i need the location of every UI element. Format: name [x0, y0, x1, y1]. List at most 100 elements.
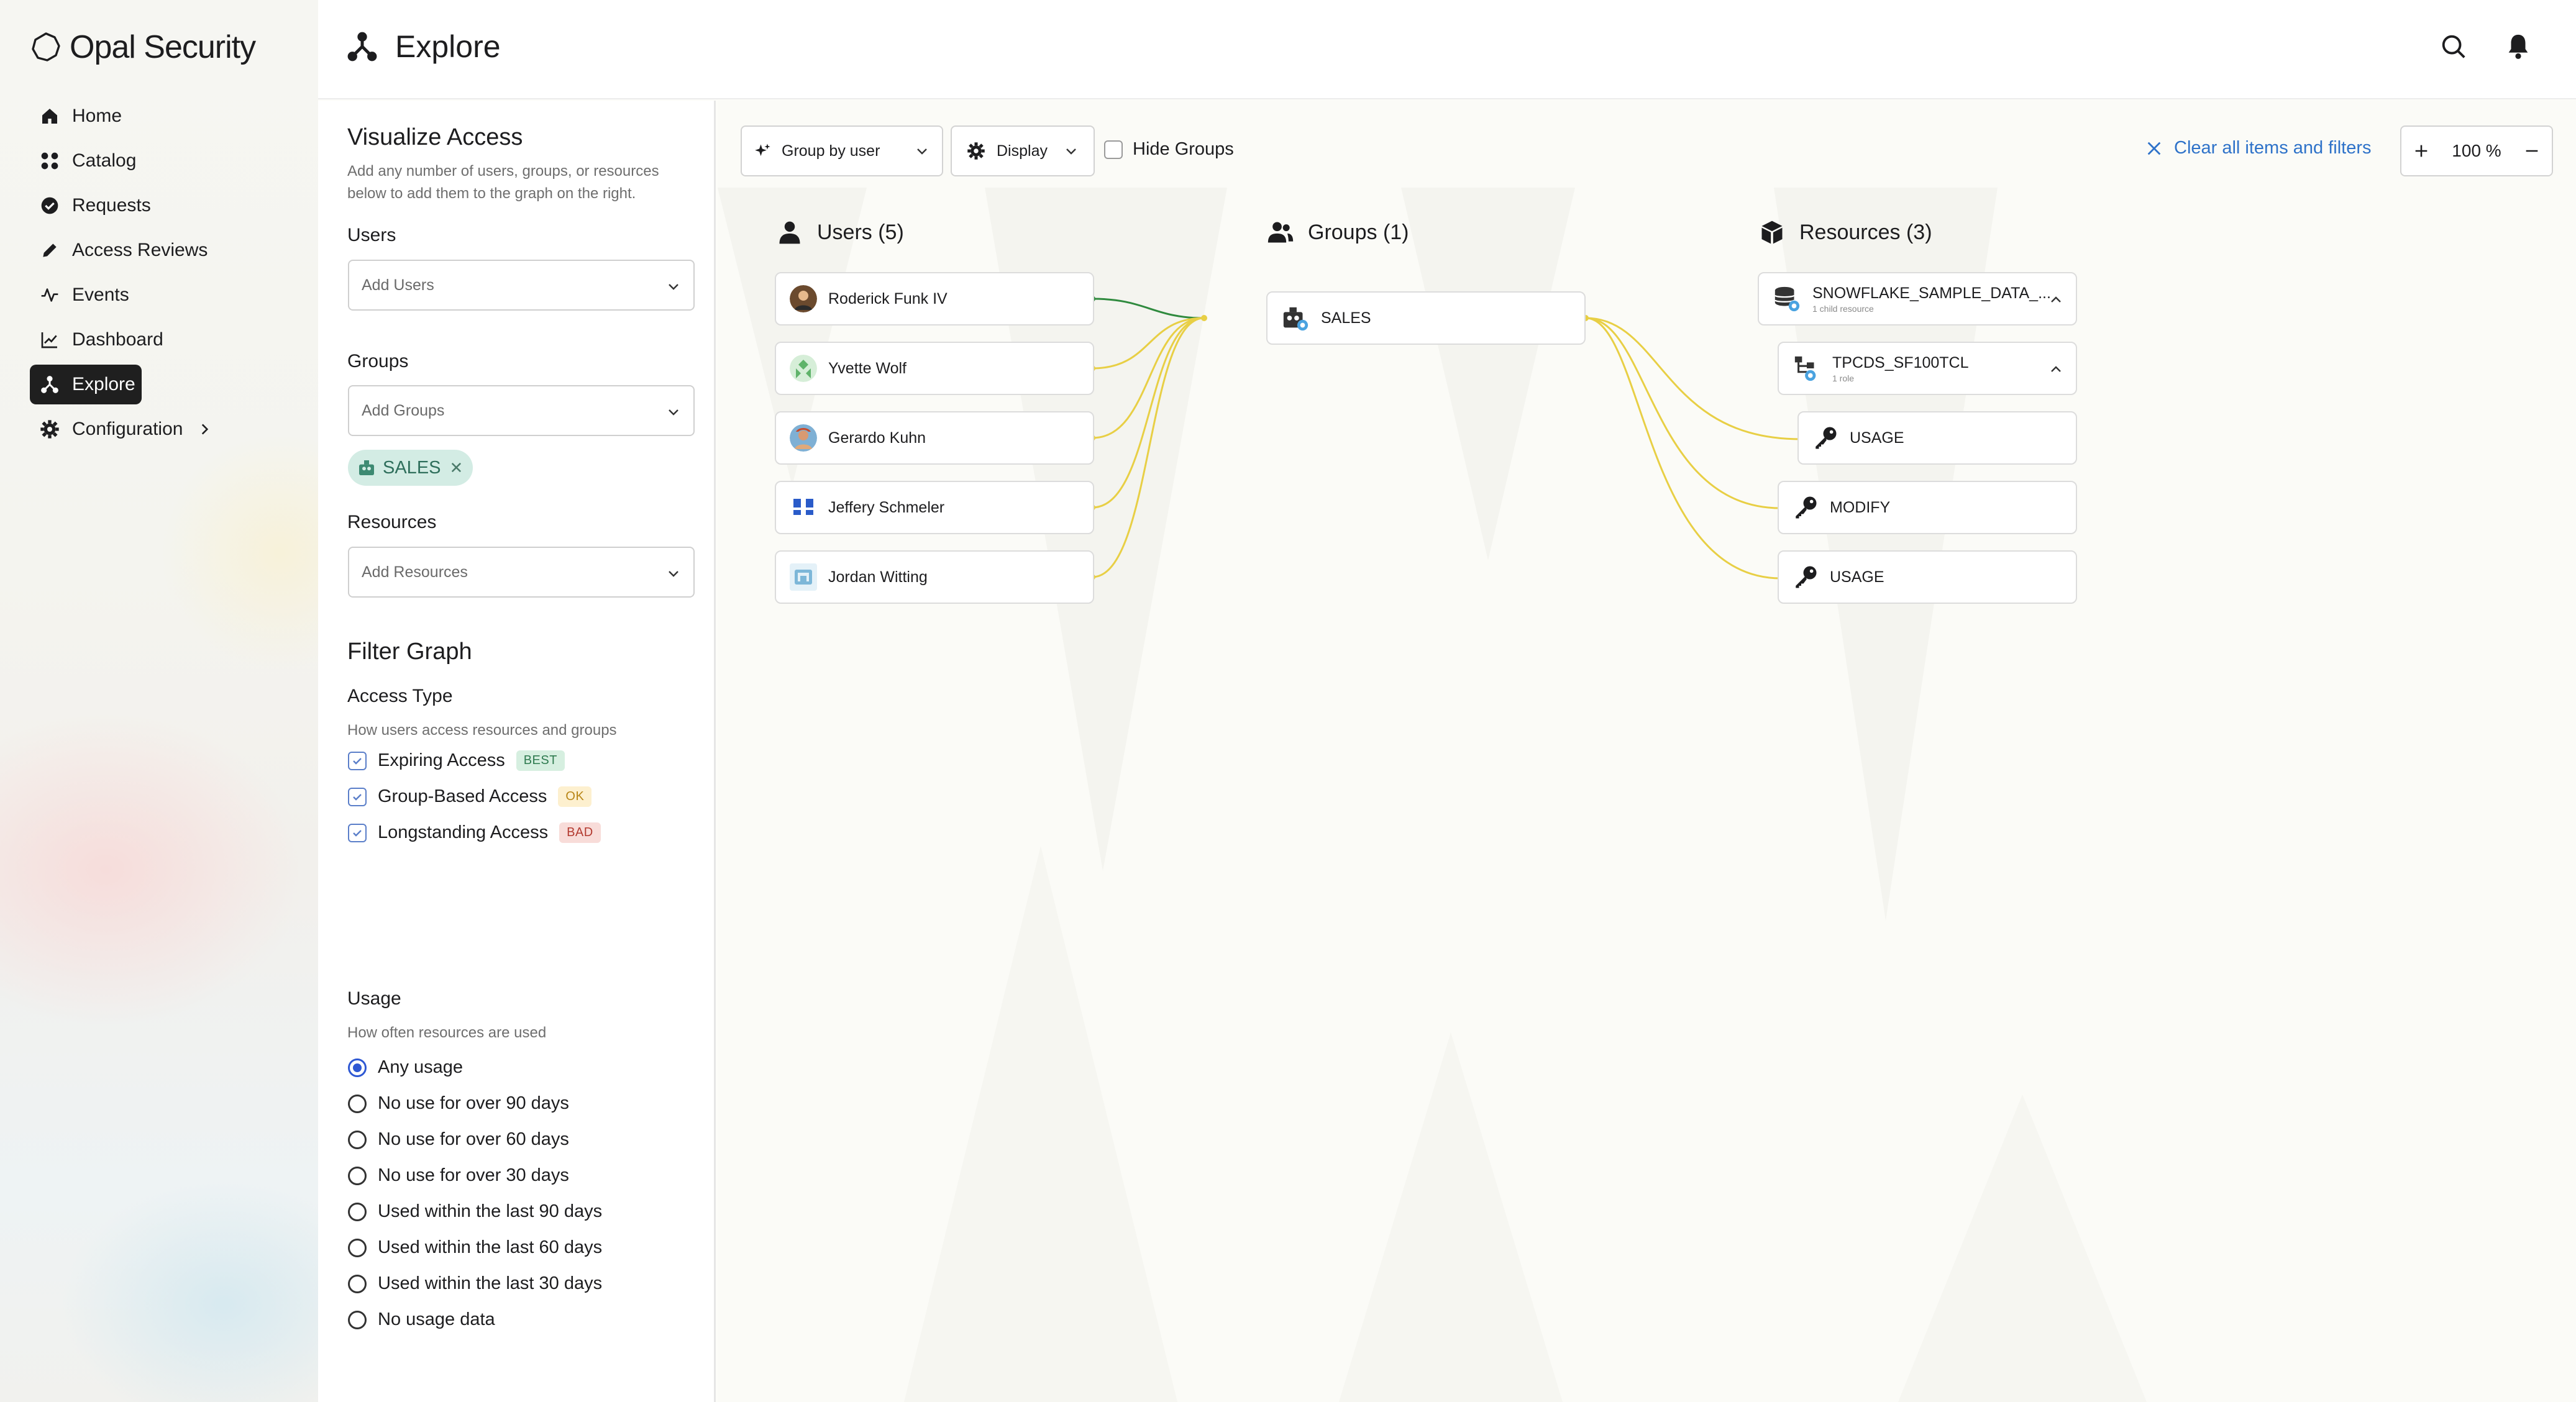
- role-node[interactable]: USAGE: [1778, 550, 2077, 604]
- usage-option[interactable]: Any usage: [348, 1057, 463, 1078]
- chevron-up-icon[interactable]: [2048, 362, 2063, 377]
- nav-item-dashboard[interactable]: Dashboard: [30, 320, 291, 360]
- nav-item-access-reviews[interactable]: Access Reviews: [30, 230, 291, 270]
- nav-item-label: Requests: [72, 195, 151, 216]
- access-type-longstanding[interactable]: Longstanding Access BAD: [348, 822, 601, 843]
- radio-label: No usage data: [378, 1309, 495, 1329]
- hide-groups-toggle[interactable]: Hide Groups: [1104, 139, 1234, 160]
- radio-label: Any usage: [378, 1057, 464, 1077]
- radio-button[interactable]: [348, 1202, 367, 1221]
- user-node[interactable]: Roderick Funk IV: [775, 272, 1094, 325]
- radio-button[interactable]: [348, 1094, 367, 1113]
- access-type-group-based[interactable]: Group-Based Access OK: [348, 786, 592, 807]
- key-icon: [1816, 427, 1837, 449]
- resource-node-child[interactable]: TPCDS_SF100TCL 1 role: [1778, 342, 2077, 395]
- nav-item-home[interactable]: Home: [30, 96, 291, 136]
- check-icon: [353, 757, 362, 765]
- radio-button[interactable]: [348, 1274, 367, 1293]
- access-type-expiring[interactable]: Expiring Access BEST: [348, 750, 565, 771]
- radio-button[interactable]: [348, 1310, 367, 1329]
- group-by-select[interactable]: Group by user: [741, 125, 943, 176]
- checkbox-label: Expiring Access: [378, 750, 505, 770]
- usage-option[interactable]: Used within the last 60 days: [348, 1237, 602, 1258]
- nav-item-explore[interactable]: Explore: [30, 365, 142, 404]
- key-icon: [1796, 566, 1817, 588]
- groups-column-heading: Groups (1): [1267, 219, 1409, 246]
- checkbox[interactable]: [348, 751, 367, 770]
- chevron-down-icon: [917, 148, 927, 155]
- display-label: Display: [997, 142, 1048, 160]
- radio-button[interactable]: [348, 1166, 367, 1185]
- bell-icon[interactable]: [2504, 32, 2533, 61]
- role-node-label: USAGE: [1850, 429, 1904, 447]
- nav-item-label: Access Reviews: [72, 240, 208, 260]
- usage-option[interactable]: No use for over 90 days: [348, 1093, 569, 1114]
- chevron-right-icon: [202, 424, 209, 435]
- zoom-in-icon[interactable]: [2413, 142, 2430, 160]
- nav-item-configuration[interactable]: Configuration: [30, 409, 291, 449]
- search-icon[interactable]: [2439, 32, 2468, 61]
- remove-chip-icon[interactable]: ✕: [450, 458, 464, 478]
- groups-select[interactable]: Add Groups: [348, 385, 695, 436]
- avatar: [790, 355, 817, 382]
- role-node[interactable]: USAGE: [1797, 411, 2077, 465]
- usage-option[interactable]: No use for over 60 days: [348, 1129, 569, 1150]
- usage-desc: How often resources are used: [347, 1024, 547, 1041]
- resource-node-sub: 1 role: [1832, 373, 1855, 383]
- clear-filters-label: Clear all items and filters: [2174, 138, 2372, 158]
- users-label: Users: [347, 225, 396, 245]
- chevron-down-icon: [669, 409, 678, 416]
- radio-label: Used within the last 30 days: [378, 1273, 603, 1293]
- hide-groups-label: Hide Groups: [1133, 139, 1234, 159]
- group-node[interactable]: SALES: [1266, 291, 1586, 345]
- clear-filters-link[interactable]: Clear all items and filters: [2145, 138, 2372, 158]
- nav-item-label: Home: [72, 106, 122, 126]
- hide-groups-checkbox[interactable]: [1104, 140, 1123, 159]
- selected-group-chip[interactable]: SALES ✕: [348, 450, 473, 486]
- role-node-label: USAGE: [1830, 568, 1884, 586]
- gear-icon: [967, 142, 985, 160]
- nav-item-events[interactable]: Events: [30, 275, 291, 315]
- activity-icon: [41, 288, 58, 302]
- radio-button[interactable]: [348, 1130, 367, 1149]
- filter-graph-title: Filter Graph: [347, 639, 472, 665]
- user-node-label: Jordan Witting: [828, 568, 928, 586]
- user-node-label: Jeffery Schmeler: [828, 498, 945, 516]
- visualize-title: Visualize Access: [347, 124, 523, 150]
- graph-icon: [41, 376, 58, 393]
- radio-label: Used within the last 90 days: [378, 1201, 603, 1221]
- users-select[interactable]: Add Users: [348, 260, 695, 311]
- chevron-up-icon[interactable]: [2048, 293, 2063, 307]
- radio-label: No use for over 60 days: [378, 1129, 569, 1149]
- user-node-label: Gerardo Kuhn: [828, 429, 926, 447]
- graph-canvas[interactable]: Group by user Display Hide Groups Clear …: [718, 101, 2576, 1402]
- usage-option[interactable]: Used within the last 90 days: [348, 1201, 602, 1222]
- nav-item-requests[interactable]: Requests: [30, 186, 291, 225]
- display-select[interactable]: Display: [951, 125, 1095, 176]
- usage-option[interactable]: Used within the last 30 days: [348, 1273, 602, 1294]
- users-heading-label: Users (5): [817, 220, 904, 244]
- resource-node-root[interactable]: SNOWFLAKE_SAMPLE_DATA_... 1 child resour…: [1758, 272, 2077, 325]
- zoom-out-icon[interactable]: [2523, 142, 2541, 160]
- user-node[interactable]: Yvette Wolf: [775, 342, 1094, 395]
- checkbox[interactable]: [348, 823, 367, 842]
- role-node[interactable]: MODIFY: [1778, 481, 2077, 534]
- checkbox-label: Group-Based Access: [378, 786, 547, 806]
- usage-option[interactable]: No use for over 30 days: [348, 1165, 569, 1186]
- user-node[interactable]: Jordan Witting: [775, 550, 1094, 604]
- user-node[interactable]: Gerardo Kuhn: [775, 411, 1094, 465]
- resource-node-label: SNOWFLAKE_SAMPLE_DATA_...: [1812, 284, 2051, 302]
- resources-select[interactable]: Add Resources: [348, 547, 695, 598]
- grid-icon: [41, 152, 58, 170]
- radio-button[interactable]: [348, 1238, 367, 1257]
- nav-item-catalog[interactable]: Catalog: [30, 141, 291, 181]
- radio-button[interactable]: [348, 1058, 367, 1077]
- checkbox[interactable]: [348, 787, 367, 806]
- nav-item-label: Catalog: [72, 150, 137, 171]
- app-logo[interactable]: Opal Security: [30, 29, 256, 66]
- avatar: [790, 563, 817, 591]
- groups-heading-label: Groups (1): [1308, 220, 1409, 244]
- usage-option[interactable]: No usage data: [348, 1309, 495, 1330]
- user-node[interactable]: Jeffery Schmeler: [775, 481, 1094, 534]
- visualize-desc-line-2: below to add them to the graph on the ri…: [347, 185, 636, 202]
